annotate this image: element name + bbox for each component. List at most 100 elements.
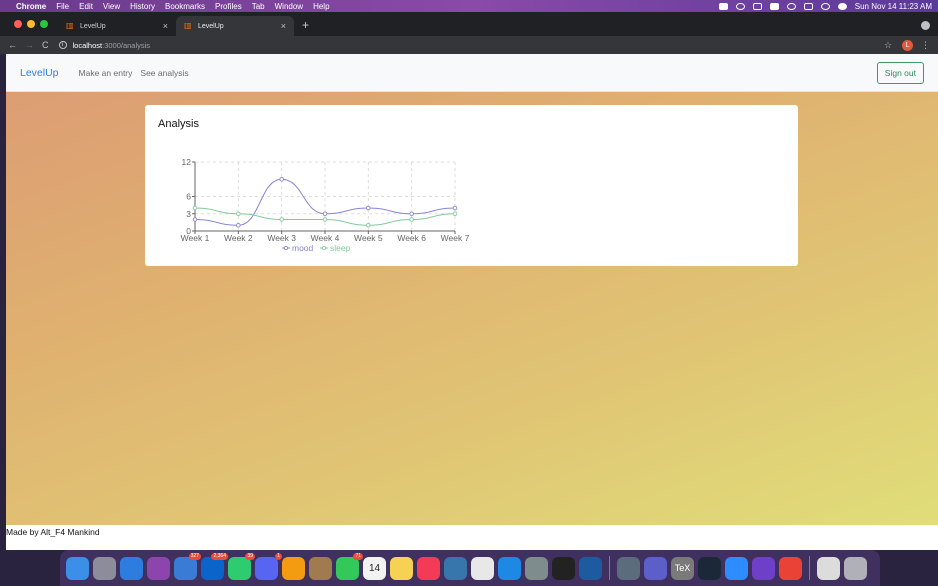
dock-finder-icon[interactable] (66, 556, 89, 580)
dock-steam-icon[interactable] (698, 556, 721, 580)
dock-sublime-icon[interactable] (282, 556, 305, 580)
sign-out-button[interactable]: Sign out (876, 61, 924, 84)
data-point-sleep (322, 217, 328, 222)
status-icon[interactable] (718, 2, 728, 10)
dock-music-icon[interactable] (417, 556, 440, 580)
dock-zoom-icon[interactable] (725, 556, 748, 580)
dock-facetime-icon[interactable]: 39 (228, 552, 255, 580)
data-point-sleep (192, 205, 198, 211)
site-info-icon[interactable]: i (58, 41, 67, 49)
dock-trash-icon[interactable] (844, 556, 867, 580)
menubar-item[interactable]: View (103, 2, 120, 11)
menubar-item[interactable]: Help (313, 2, 329, 11)
data-point-mood (236, 222, 241, 228)
address-bar[interactable]: i localhost:3000/analysis (58, 38, 884, 52)
dock-icon-label: TeX (674, 563, 691, 573)
profile-avatar[interactable]: L (902, 39, 913, 51)
back-icon[interactable]: ← (8, 40, 17, 50)
dock-safari-icon[interactable] (120, 556, 143, 580)
menubar-item[interactable]: Chrome (16, 2, 46, 11)
dock-launchpad-icon[interactable] (93, 556, 116, 580)
search-icon[interactable] (820, 2, 830, 10)
dock-discord-icon[interactable]: 1 (255, 552, 282, 580)
x-tick-label: Week 7 (441, 233, 470, 243)
dock-calendar-icon[interactable]: 14 (363, 556, 386, 580)
dock-documents-icon[interactable] (817, 556, 840, 580)
y-tick-label: 6 (186, 192, 191, 202)
reload-icon[interactable]: C (42, 40, 49, 50)
y-tick-label: 12 (182, 157, 192, 167)
x-tick-label: Week 4 (311, 233, 340, 243)
brand-link[interactable]: LevelUp (20, 67, 59, 79)
notification-badge: 1 (275, 552, 282, 560)
x-tick-label: Week 1 (181, 233, 210, 243)
tab-title: LevelUp (198, 22, 224, 30)
menubar-item[interactable]: Profiles (215, 2, 242, 11)
x-tick-label: Week 3 (267, 233, 296, 243)
analysis-card: Analysis 0 3 6 12 Week 1 Week 2 Week 3 Week 4 We… (145, 105, 798, 266)
menubar-item[interactable]: Edit (79, 2, 93, 11)
dock-separator (809, 556, 810, 580)
dock-textedit-icon[interactable] (471, 556, 494, 580)
tab-title: LevelUp (80, 22, 106, 30)
data-point-mood (192, 217, 198, 222)
dock-settings-icon[interactable] (525, 556, 548, 580)
dock-chrome-icon[interactable] (779, 556, 802, 580)
dock-messages-icon[interactable]: 71 (336, 552, 363, 580)
data-point-sleep (279, 217, 284, 222)
menubar-item[interactable]: Window (275, 2, 303, 11)
status-icon[interactable] (752, 2, 762, 10)
menubar-item[interactable]: File (56, 2, 69, 11)
dock-podcasts-icon[interactable] (147, 556, 170, 580)
dock-mail-icon[interactable]: 327 (174, 552, 201, 580)
dock-teams-icon[interactable] (644, 556, 667, 580)
minimize-window-button[interactable] (27, 20, 35, 28)
forward-icon[interactable]: → (25, 40, 34, 50)
x-tick-label: Week 2 (224, 233, 253, 243)
menubar-clock[interactable]: Sun Nov 14 11:23 AM (855, 2, 932, 11)
menubar-item[interactable]: Tab (252, 2, 265, 11)
notification-badge: 39 (245, 552, 255, 560)
bookmark-star-icon[interactable]: ☆ (884, 40, 892, 51)
data-point-mood (279, 177, 284, 182)
menubar-item[interactable]: History (130, 2, 155, 11)
data-point-mood (366, 205, 371, 211)
dock-virtualbox-icon[interactable] (579, 556, 602, 580)
control-center-icon[interactable] (837, 2, 847, 10)
favicon-icon: ▥ (184, 21, 192, 30)
menubar-item[interactable]: Bookmarks (165, 2, 205, 11)
new-tab-button[interactable]: + (294, 18, 317, 36)
window-controls (0, 20, 58, 36)
dock-preview-icon[interactable] (617, 556, 640, 580)
dock-contacts-icon[interactable] (309, 556, 332, 580)
browser-toolbar: ← → C i localhost:3000/analysis ☆ L ⋮ (0, 36, 938, 54)
dock-outlook-icon[interactable]: 2,364 (201, 552, 228, 580)
dock-notes-icon[interactable] (390, 556, 413, 580)
page-footer: Made by Alt_F4 Mankind (6, 525, 938, 550)
dock-terminal-icon[interactable] (552, 556, 575, 580)
dock-python-icon[interactable] (444, 556, 467, 580)
wifi-icon[interactable] (786, 2, 796, 10)
close-tab-icon[interactable]: × (281, 21, 286, 31)
notification-badge: 327 (188, 552, 201, 560)
browser-tab-active[interactable]: ▥ LevelUp × (176, 16, 294, 36)
extension-icon[interactable] (921, 21, 930, 30)
dock-icon-label: 14 (368, 562, 381, 574)
url-path: :3000/analysis (102, 40, 151, 50)
data-point-mood (452, 205, 458, 211)
browser-tabbar: ▥ LevelUp × ▥ LevelUp × + (0, 12, 938, 36)
dock-tex-icon[interactable]: TeX (671, 556, 694, 580)
dock-github-icon[interactable] (752, 556, 775, 580)
browser-menu-icon[interactable]: ⋮ (921, 40, 930, 51)
dock-vscode-icon[interactable] (498, 556, 521, 580)
data-point-sleep (236, 211, 241, 217)
close-tab-icon[interactable]: × (163, 21, 168, 31)
status-icon[interactable] (735, 2, 745, 10)
browser-tab[interactable]: ▥ LevelUp × (58, 16, 176, 36)
zoom-window-button[interactable] (40, 20, 48, 28)
nav-link-see-analysis[interactable]: See analysis (140, 68, 188, 78)
close-window-button[interactable] (14, 20, 22, 28)
bluetooth-icon[interactable] (803, 2, 813, 10)
battery-icon[interactable] (769, 2, 779, 10)
nav-link-make-entry[interactable]: Make an entry (79, 68, 133, 78)
